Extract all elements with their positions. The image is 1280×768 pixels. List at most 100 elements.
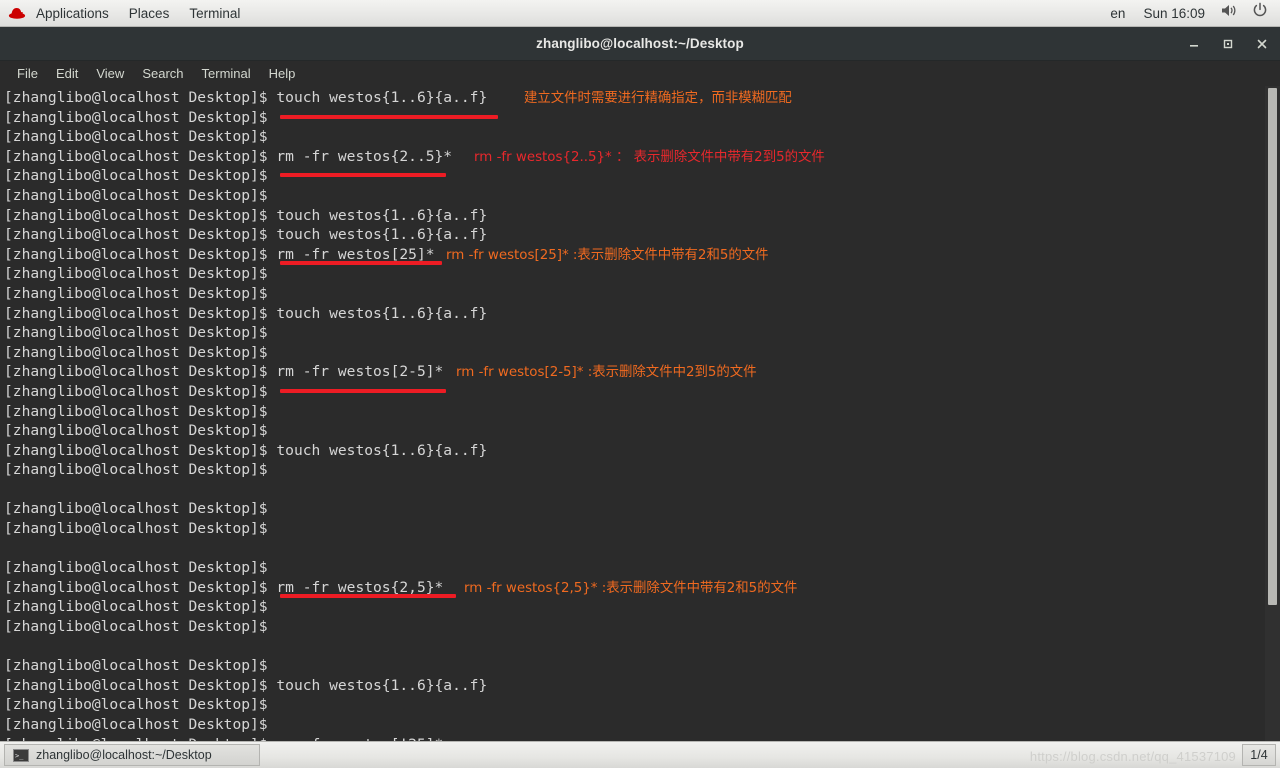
close-button[interactable] [1254, 36, 1270, 52]
terminal-command: touch westos{1..6}{a..f} [276, 304, 488, 322]
menu-terminal[interactable]: Terminal [193, 61, 260, 86]
terminal-prompt: [zhanglibo@localhost Desktop]$ [4, 304, 277, 322]
terminal-line: [zhanglibo@localhost Desktop]$ [4, 402, 1256, 422]
terminal-prompt: [zhanglibo@localhost Desktop]$ [4, 343, 277, 361]
watermark: https://blog.csdn.net/qq_41537109 [1029, 749, 1236, 764]
terminal-annotation: 建立文件时需要进行精确指定，而非模糊匹配 [524, 91, 792, 106]
terminal-line: [zhanglibo@localhost Desktop]$ [4, 597, 1256, 617]
annotation-underline [280, 388, 446, 393]
terminal-prompt: [zhanglibo@localhost Desktop]$ [4, 186, 277, 204]
terminal-line: [zhanglibo@localhost Desktop]$ [4, 656, 1256, 676]
terminal-text: [zhanglibo@localhost Desktop]$ touch wes… [0, 86, 1256, 741]
taskbar: >_ zhanglibo@localhost:~/Desktop https:/… [0, 741, 1280, 768]
terminal-line: [zhanglibo@localhost Desktop]$ touch wes… [4, 225, 1256, 245]
terminal-line: [zhanglibo@localhost Desktop]$ [4, 617, 1256, 637]
terminal-prompt: [zhanglibo@localhost Desktop]$ [4, 559, 277, 577]
terminal-annotation: rm -fr westos[25]* :表示删除文件中带有2和5的文件 [446, 247, 769, 263]
menu-bar: File Edit View Search Terminal Help [0, 61, 1280, 86]
window-title-bar[interactable]: zhanglibo@localhost:~/Desktop [0, 27, 1280, 61]
taskbar-window-label: zhanglibo@localhost:~/Desktop [36, 748, 212, 762]
terminal-prompt: [zhanglibo@localhost Desktop]$ [4, 363, 277, 381]
terminal-output-area[interactable]: [zhanglibo@localhost Desktop]$ touch wes… [0, 86, 1280, 741]
terminal-prompt: [zhanglibo@localhost Desktop]$ [4, 618, 277, 636]
maximize-button[interactable] [1220, 36, 1236, 52]
terminal-line: [zhanglibo@localhost Desktop]$ [4, 558, 1256, 578]
terminal-line: [zhanglibo@localhost Desktop]$ [4, 460, 1256, 480]
terminal-annotation: rm -fr westos[2-5]* :表示删除文件中2到5的文件 [456, 365, 757, 381]
terminal-command: rm -fr westos{2..5}* [276, 147, 453, 165]
terminal-line: [zhanglibo@localhost Desktop]$ [4, 421, 1256, 441]
menu-edit[interactable]: Edit [47, 61, 87, 86]
terminal-prompt: [zhanglibo@localhost Desktop]$ [4, 284, 277, 302]
terminal-window: zhanglibo@localhost:~/Desktop File Edit … [0, 27, 1280, 741]
terminal-line: [zhanglibo@localhost Desktop]$ touch wes… [4, 676, 1256, 696]
terminal-line: [zhanglibo@localhost Desktop]$ touch wes… [4, 441, 1256, 461]
terminal-prompt: [zhanglibo@localhost Desktop]$ [4, 422, 277, 440]
terminal-annotation: rm -fr westos{2..5}* ： 表示删除文件中带有2到5的文件 [474, 149, 825, 165]
terminal-line: [zhanglibo@localhost Desktop]$ [4, 264, 1256, 284]
terminal-prompt: [zhanglibo@localhost Desktop]$ [4, 500, 277, 518]
annotation-underline [280, 173, 446, 178]
terminal-line: [zhanglibo@localhost Desktop]$ [4, 166, 1256, 186]
terminal-line: [zhanglibo@localhost Desktop]$ touch wes… [4, 88, 1256, 108]
terminal-prompt: [zhanglibo@localhost Desktop]$ [4, 578, 277, 596]
terminal-prompt: [zhanglibo@localhost Desktop]$ [4, 226, 277, 244]
keyboard-layout-indicator[interactable]: en [1102, 0, 1133, 27]
terminal-prompt: [zhanglibo@localhost Desktop]$ [4, 167, 277, 185]
terminal-line: [zhanglibo@localhost Desktop]$ [4, 186, 1256, 206]
terminal-line: [zhanglibo@localhost Desktop]$ rm -fr we… [4, 245, 1256, 265]
terminal-line: [zhanglibo@localhost Desktop]$ rm -fr we… [4, 578, 1256, 598]
menu-search[interactable]: Search [133, 61, 192, 86]
speaker-icon[interactable] [1215, 0, 1244, 27]
terminal-prompt: [zhanglibo@localhost Desktop]$ [4, 520, 277, 538]
terminal-command: touch westos{1..6}{a..f} [276, 676, 488, 694]
terminal-prompt: [zhanglibo@localhost Desktop]$ [4, 382, 277, 400]
power-icon[interactable] [1246, 0, 1274, 27]
terminal-line: [zhanglibo@localhost Desktop]$ [4, 127, 1256, 147]
menu-help[interactable]: Help [260, 61, 305, 86]
clock[interactable]: Sun 16:09 [1135, 0, 1213, 27]
terminal-prompt: [zhanglibo@localhost Desktop]$ [4, 108, 277, 126]
taskbar-window-button[interactable]: >_ zhanglibo@localhost:~/Desktop [4, 744, 260, 766]
redhat-logo-icon[interactable] [0, 5, 26, 21]
terminal-prompt: [zhanglibo@localhost Desktop]$ [4, 245, 277, 263]
window-controls [1186, 27, 1270, 61]
workspace-indicator[interactable]: 1/4 [1242, 744, 1276, 766]
terminal-line: [zhanglibo@localhost Desktop]$ [4, 343, 1256, 363]
terminal-command: touch westos{1..6}{a..f} [276, 441, 488, 459]
terminal-prompt: [zhanglibo@localhost Desktop]$ [4, 402, 277, 420]
terminal-line: [zhanglibo@localhost Desktop]$ [4, 695, 1256, 715]
panel-status-area: en Sun 16:09 [1102, 0, 1280, 27]
menu-view[interactable]: View [87, 61, 133, 86]
scrollbar-thumb[interactable] [1268, 88, 1277, 606]
terminal-line: [zhanglibo@localhost Desktop]$ [4, 284, 1256, 304]
terminal-command: touch westos{1..6}{a..f} [276, 89, 488, 106]
panel-menu-applications[interactable]: Applications [26, 0, 119, 27]
terminal-command: touch westos{1..6}{a..f} [276, 206, 488, 224]
minimize-button[interactable] [1186, 36, 1202, 52]
terminal-prompt: [zhanglibo@localhost Desktop]$ [4, 598, 277, 616]
terminal-prompt: [zhanglibo@localhost Desktop]$ [4, 676, 277, 694]
panel-menu-places[interactable]: Places [119, 0, 180, 27]
terminal-annotation: rm -fr westos{2,5}* :表示删除文件中带有2和5的文件 [464, 580, 798, 596]
terminal-prompt: [zhanglibo@localhost Desktop]$ [4, 657, 277, 675]
terminal-line: [zhanglibo@localhost Desktop]$ [4, 715, 1256, 735]
menu-file[interactable]: File [8, 61, 47, 86]
terminal-command: touch westos{1..6}{a..f} [276, 226, 488, 244]
terminal-prompt: [zhanglibo@localhost Desktop]$ [4, 716, 277, 733]
terminal-line: [zhanglibo@localhost Desktop]$ touch wes… [4, 304, 1256, 324]
gnome-top-panel: Applications Places Terminal en Sun 16:0… [0, 0, 1280, 27]
terminal-prompt: [zhanglibo@localhost Desktop]$ [4, 89, 277, 106]
terminal-vertical-scrollbar[interactable] [1265, 86, 1280, 741]
terminal-line: [zhanglibo@localhost Desktop]$ [4, 323, 1256, 343]
terminal-prompt: [zhanglibo@localhost Desktop]$ [4, 206, 277, 224]
terminal-line: [zhanglibo@localhost Desktop]$ [4, 499, 1256, 519]
terminal-line: [zhanglibo@localhost Desktop]$ touch wes… [4, 206, 1256, 226]
terminal-icon: >_ [13, 748, 29, 762]
terminal-prompt: [zhanglibo@localhost Desktop]$ [4, 147, 277, 165]
terminal-prompt: [zhanglibo@localhost Desktop]$ [4, 696, 277, 714]
panel-menu-terminal[interactable]: Terminal [179, 0, 250, 27]
